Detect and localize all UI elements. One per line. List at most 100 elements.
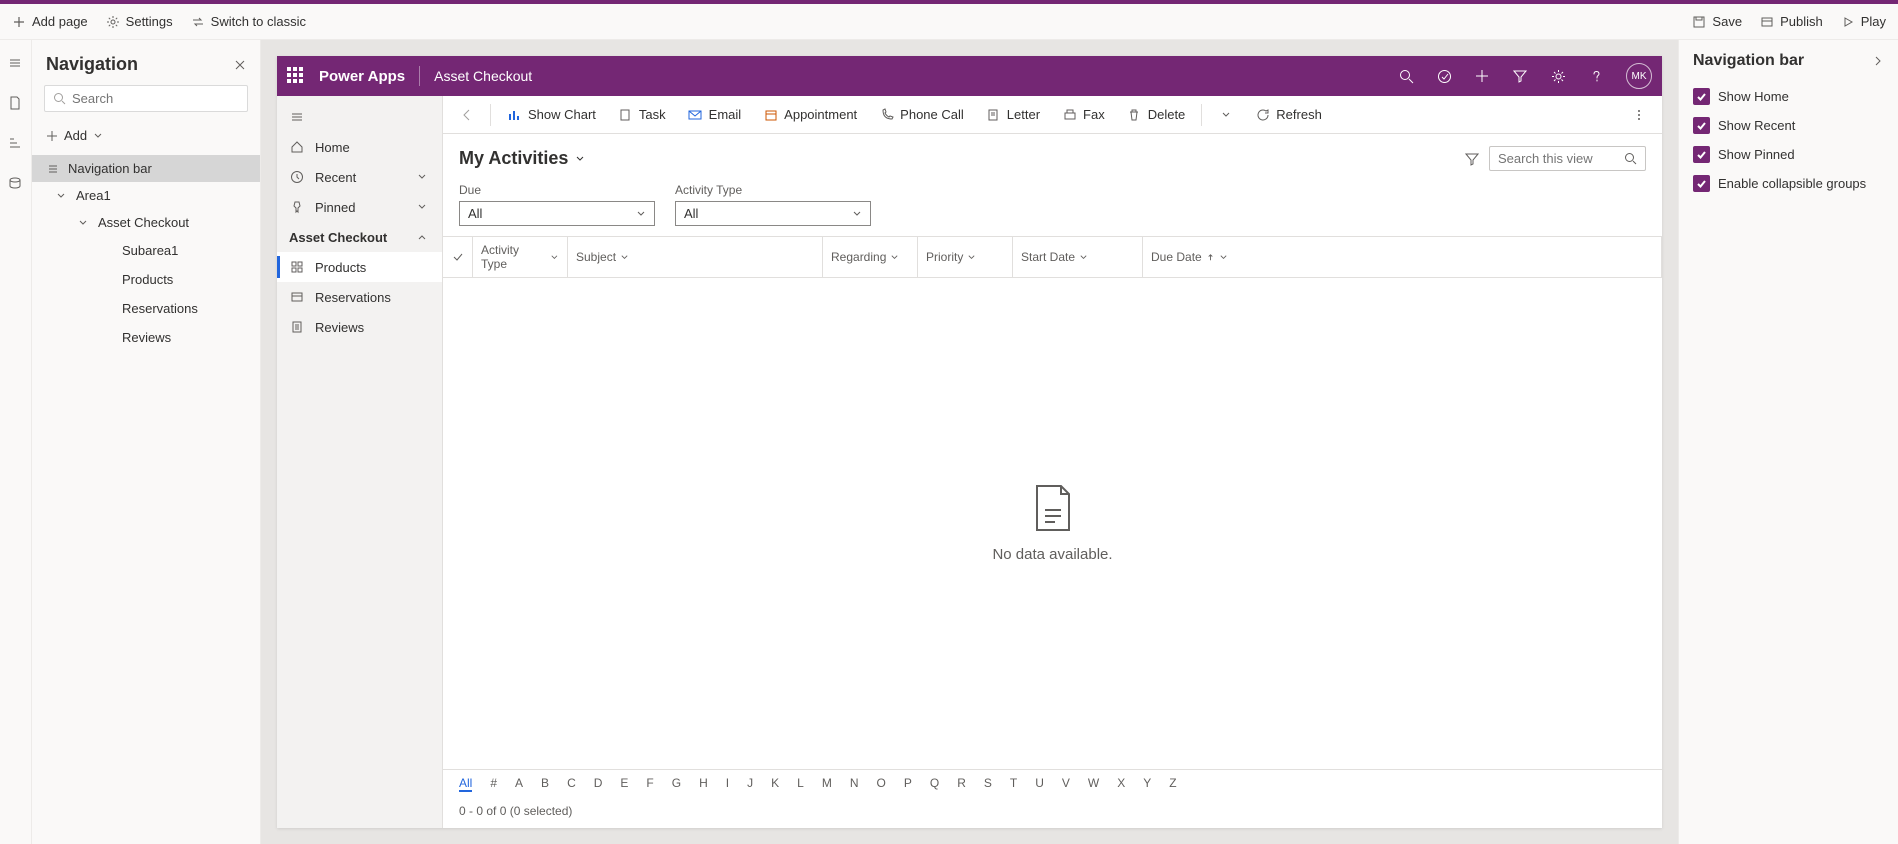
alpha-A[interactable]: A — [515, 776, 523, 792]
tree-item-products[interactable]: Products — [32, 265, 260, 294]
alpha-E[interactable]: E — [620, 776, 628, 792]
filter-icon[interactable] — [1465, 152, 1479, 166]
alpha-Q[interactable]: Q — [930, 776, 939, 792]
gear-icon[interactable] — [1550, 68, 1566, 84]
alpha-W[interactable]: W — [1088, 776, 1099, 792]
publish-button[interactable]: Publish — [1760, 14, 1823, 29]
task-button[interactable]: Task — [610, 103, 674, 126]
alpha-O[interactable]: O — [877, 776, 886, 792]
alpha-J[interactable]: J — [747, 776, 753, 792]
alpha-I[interactable]: I — [726, 776, 729, 792]
col-start-date[interactable]: Start Date — [1013, 237, 1143, 277]
phone-button[interactable]: Phone Call — [871, 103, 972, 126]
filter-icon[interactable] — [1512, 68, 1528, 84]
side-reservations[interactable]: Reservations — [277, 282, 442, 312]
tree-item-reviews[interactable]: Reviews — [32, 323, 260, 352]
email-button[interactable]: Email — [680, 103, 750, 126]
col-subject[interactable]: Subject — [568, 237, 823, 277]
waffle-icon[interactable] — [287, 67, 305, 85]
appointment-button[interactable]: Appointment — [755, 103, 865, 126]
alpha-T[interactable]: T — [1010, 776, 1017, 792]
col-regarding[interactable]: Regarding — [823, 237, 918, 277]
alpha-D[interactable]: D — [594, 776, 603, 792]
nav-search-input[interactable] — [72, 91, 248, 106]
fax-icon — [1062, 107, 1077, 122]
alpha-L[interactable]: L — [797, 776, 804, 792]
view-search[interactable] — [1489, 146, 1646, 171]
alpha-C[interactable]: C — [567, 776, 576, 792]
settings-button[interactable]: Settings — [106, 14, 173, 29]
check-icon[interactable] — [452, 251, 464, 263]
due-select[interactable]: All — [459, 201, 655, 226]
tree-label: Area1 — [76, 188, 111, 203]
tree-item-asset-checkout[interactable]: Asset Checkout — [32, 209, 260, 236]
back-button[interactable] — [451, 103, 482, 126]
refresh-button[interactable]: Refresh — [1247, 103, 1330, 126]
col-priority[interactable]: Priority — [918, 237, 1013, 277]
alpha-G[interactable]: G — [672, 776, 681, 792]
navigation-panel: Navigation Add Navigation bar — [32, 40, 261, 844]
overflow-chevron[interactable] — [1210, 103, 1241, 126]
alpha-M[interactable]: M — [822, 776, 832, 792]
chk-collapsible[interactable]: Enable collapsible groups — [1693, 169, 1884, 198]
alpha-R[interactable]: R — [957, 776, 966, 792]
chk-show-home[interactable]: Show Home — [1693, 82, 1884, 111]
side-reviews[interactable]: Reviews — [277, 312, 442, 342]
view-title[interactable]: My Activities — [459, 148, 586, 169]
search-icon[interactable] — [1398, 68, 1414, 84]
side-products[interactable]: Products — [277, 252, 442, 282]
alpha-P[interactable]: P — [904, 776, 912, 792]
alpha-K[interactable]: K — [771, 776, 779, 792]
col-activity-type[interactable]: Activity Type — [473, 237, 568, 277]
save-button[interactable]: Save — [1692, 14, 1742, 29]
showchart-button[interactable]: Show Chart — [499, 103, 604, 126]
alpha-N[interactable]: N — [850, 776, 859, 792]
plus-icon[interactable] — [1474, 68, 1490, 84]
nav-search[interactable] — [44, 85, 248, 112]
chk-show-recent[interactable]: Show Recent — [1693, 111, 1884, 140]
add-button[interactable]: Add — [32, 122, 260, 149]
user-avatar[interactable]: MK — [1626, 63, 1652, 89]
side-pinned[interactable]: Pinned — [277, 192, 442, 222]
alpha-F[interactable]: F — [646, 776, 653, 792]
list-icon — [46, 162, 60, 176]
play-button[interactable]: Play — [1841, 14, 1886, 29]
side-recent[interactable]: Recent — [277, 162, 442, 192]
page-icon[interactable] — [8, 96, 24, 112]
col-due-date[interactable]: Due Date — [1143, 237, 1662, 277]
letter-button[interactable]: Letter — [978, 103, 1048, 126]
more-icon — [1631, 107, 1646, 122]
alpha-V[interactable]: V — [1062, 776, 1070, 792]
tree-item-reservations[interactable]: Reservations — [32, 294, 260, 323]
chevron-right-icon[interactable] — [1872, 55, 1884, 67]
hamburger-icon[interactable] — [8, 56, 24, 72]
alpha-Y[interactable]: Y — [1143, 776, 1151, 792]
data-icon[interactable] — [8, 176, 24, 192]
alpha-All[interactable]: All — [459, 776, 472, 792]
add-page-button[interactable]: Add page — [12, 14, 88, 29]
tree-icon[interactable] — [8, 136, 24, 152]
target-icon[interactable] — [1436, 68, 1452, 84]
side-hamburger[interactable] — [277, 102, 442, 132]
alpha-S[interactable]: S — [984, 776, 992, 792]
alpha-X[interactable]: X — [1117, 776, 1125, 792]
chk-show-pinned[interactable]: Show Pinned — [1693, 140, 1884, 169]
alpha-H[interactable]: H — [699, 776, 708, 792]
side-home[interactable]: Home — [277, 132, 442, 162]
tree-item-navbar[interactable]: Navigation bar — [32, 155, 260, 182]
tree-item-subarea1[interactable]: Subarea1 — [32, 236, 260, 265]
alpha-#[interactable]: # — [490, 776, 497, 792]
alpha-B[interactable]: B — [541, 776, 549, 792]
switch-classic-button[interactable]: Switch to classic — [191, 14, 306, 29]
side-group-asset[interactable]: Asset Checkout — [277, 222, 442, 252]
help-icon[interactable] — [1588, 68, 1604, 84]
fax-button[interactable]: Fax — [1054, 103, 1113, 126]
delete-button[interactable]: Delete — [1119, 103, 1194, 126]
activitytype-select[interactable]: All — [675, 201, 871, 226]
tree-item-area1[interactable]: Area1 — [32, 182, 260, 209]
more-button[interactable] — [1623, 103, 1654, 126]
alpha-U[interactable]: U — [1035, 776, 1044, 792]
alpha-Z[interactable]: Z — [1169, 776, 1176, 792]
view-search-input[interactable] — [1498, 151, 1618, 166]
close-icon[interactable] — [234, 59, 246, 71]
